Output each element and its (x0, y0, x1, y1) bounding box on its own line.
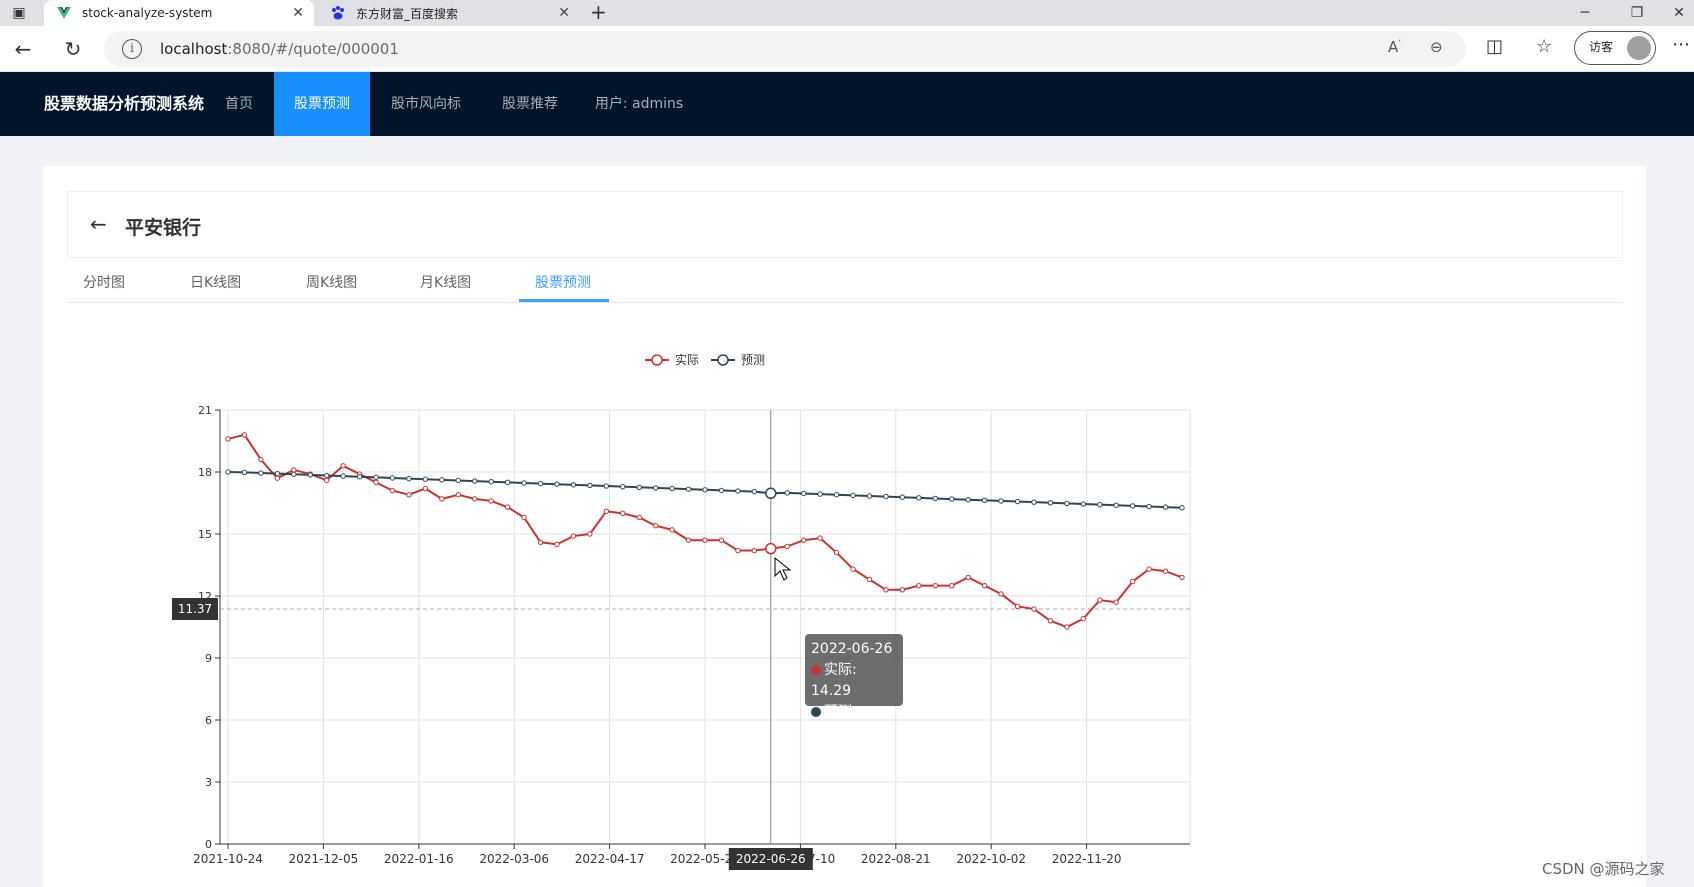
profile-label: 访客 (1589, 40, 1614, 54)
series-dot-icon (811, 665, 821, 675)
baidu-paw-icon (330, 5, 346, 21)
tab-daily-k[interactable]: 日K线图 (190, 272, 241, 292)
reload-icon[interactable]: ↻ (60, 36, 86, 62)
url-field[interactable]: i localhost:8080/#/quote/000001 Aʼ ⊖ (104, 31, 1466, 67)
tab-weekly-k[interactable]: 周K线图 (306, 272, 357, 292)
menu-item-prediction[interactable]: 股票预测 (274, 72, 370, 136)
chart-tabs: 分时图 日K线图 周K线图 月K线图 股票预测 (67, 268, 1623, 303)
watermark: CSDN @源码之家 (1542, 860, 1665, 878)
url-path: :8080/#/quote/000001 (227, 40, 399, 58)
split-screen-icon[interactable]: ◫ (1486, 36, 1503, 57)
back-arrow-icon[interactable]: ← (90, 212, 107, 236)
app-header: 股票数据分析预测系统 首页 股票预测 股市风向标 股票推荐 用户: admins (0, 72, 1694, 136)
tab-close-icon[interactable]: ✕ (558, 5, 570, 21)
browser-tab-title: stock-analyze-system (82, 6, 213, 20)
series-dot-icon (811, 707, 821, 717)
tooltip-row-actual: 实际: 14.29 (811, 660, 897, 702)
address-bar-row: ← ↻ i localhost:8080/#/quote/000001 Aʼ ⊖… (0, 26, 1694, 72)
url-host: localhost (160, 40, 228, 58)
active-tab-indicator (519, 299, 609, 302)
browser-tab-active[interactable]: stock-analyze-system ✕ (44, 0, 314, 26)
minimize-icon[interactable]: ─ (1570, 2, 1600, 24)
back-icon[interactable]: ← (10, 36, 36, 62)
browser-tabbar: ▣ stock-analyze-system ✕ 东方财富_百度搜索 ✕ + ─… (0, 0, 1694, 26)
tab-monthly-k[interactable]: 月K线图 (420, 272, 471, 292)
menu-item-user[interactable]: 用户: admins (590, 72, 688, 136)
menu-item-market-trend[interactable]: 股市风向标 (380, 72, 472, 136)
profile-button[interactable]: 访客 (1574, 31, 1656, 65)
new-tab-icon[interactable]: + (590, 0, 607, 24)
menu-item-recommend[interactable]: 股票推荐 (490, 72, 570, 136)
chart-tooltip: 2022-06-26 实际: 14.29 预测: 16.97 (805, 634, 903, 741)
read-aloud-icon[interactable]: Aʼ (1388, 38, 1401, 56)
tab-prediction[interactable]: 股票预测 (535, 272, 591, 292)
url-text: localhost:8080/#/quote/000001 (160, 40, 399, 58)
tooltip-row-predicted: 预测: 16.97 (811, 702, 897, 744)
browser-tab[interactable]: 东方财富_百度搜索 ✕ (318, 0, 580, 26)
app-brand: 股票数据分析预测系统 (44, 94, 205, 113)
restore-icon[interactable]: ❐ (1622, 2, 1652, 24)
tooltip-title: 2022-06-26 (811, 641, 893, 657)
page-title: 平安银行 (125, 217, 202, 239)
sidebar-toggle-icon[interactable]: ▣ (4, 2, 34, 24)
avatar (1627, 36, 1651, 60)
menu-item-home[interactable]: 首页 (212, 72, 266, 136)
zoom-icon[interactable]: ⊖ (1430, 38, 1443, 56)
more-menu-icon[interactable]: ⋯ (1672, 34, 1690, 55)
browser-tab-title: 东方财富_百度搜索 (356, 6, 459, 21)
tab-intraday[interactable]: 分时图 (83, 272, 125, 292)
window-close-icon[interactable]: ✕ (1664, 2, 1694, 24)
site-info-icon[interactable]: i (122, 39, 142, 59)
vue-logo-icon (56, 5, 72, 21)
favorites-icon[interactable]: ☆ (1536, 36, 1552, 57)
tab-close-icon[interactable]: ✕ (292, 5, 304, 21)
page-header: ← 平安银行 (67, 191, 1623, 258)
